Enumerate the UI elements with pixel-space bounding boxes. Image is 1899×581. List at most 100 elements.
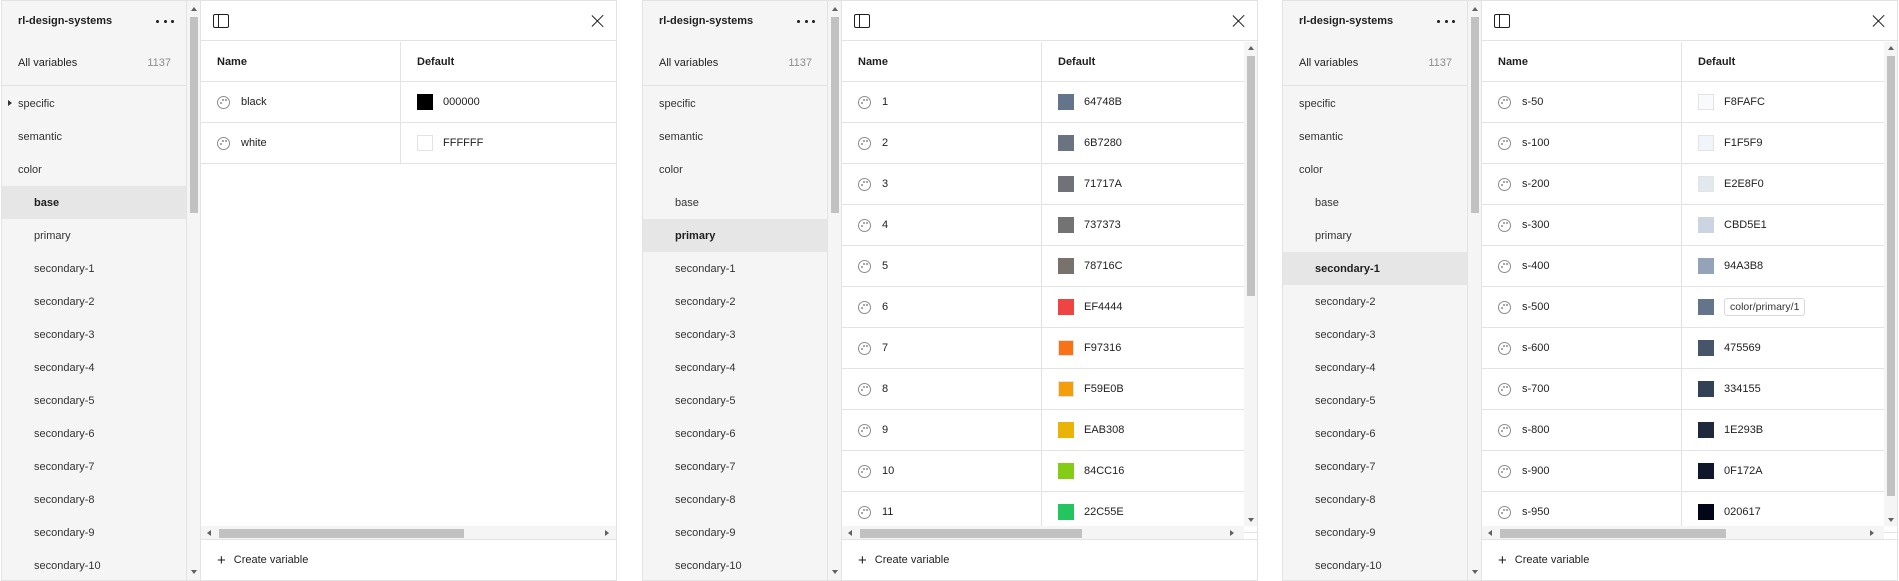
sidebar-toggle-icon[interactable] (1494, 14, 1510, 28)
variable-value-cell[interactable]: 000000 (401, 82, 616, 122)
color-swatch[interactable] (1698, 299, 1714, 315)
variable-name-cell[interactable]: 4 (842, 205, 1042, 245)
table-row[interactable]: s-50 F8FAFC (1482, 82, 1897, 123)
group-item-secondary-5[interactable]: secondary-5 (643, 384, 827, 417)
group-item-specific[interactable]: specific (2, 87, 186, 120)
group-item-specific[interactable]: specific (1283, 87, 1467, 120)
create-variable-button[interactable]: + Create variable (842, 539, 1257, 580)
group-item-base[interactable]: base (1283, 186, 1467, 219)
variable-value-cell[interactable]: EF4444 (1042, 287, 1257, 327)
table-row[interactable]: s-800 1E293B (1482, 410, 1897, 451)
variable-name-cell[interactable]: s-50 (1482, 82, 1682, 122)
table-row[interactable]: 8 F59E0B (842, 369, 1257, 410)
group-item-secondary-1[interactable]: secondary-1 (2, 252, 186, 285)
variable-value-cell[interactable]: 0F172A (1682, 451, 1897, 491)
variable-value-cell[interactable]: 94A3B8 (1682, 246, 1897, 286)
group-item-secondary-9[interactable]: secondary-9 (1283, 516, 1467, 549)
table-row[interactable]: 7 F97316 (842, 328, 1257, 369)
color-swatch[interactable] (1058, 176, 1074, 192)
scroll-up-arrow-icon[interactable] (1248, 46, 1254, 50)
variable-value-cell[interactable]: F97316 (1042, 328, 1257, 368)
table-scrollbar-thumb[interactable] (1887, 56, 1895, 496)
table-row[interactable]: 5 78716C (842, 246, 1257, 287)
group-item-secondary-3[interactable]: secondary-3 (643, 318, 827, 351)
variable-value-cell[interactable]: color/primary/1 (1682, 287, 1897, 327)
color-swatch[interactable] (1698, 176, 1714, 192)
scroll-down-arrow-icon[interactable] (1472, 570, 1478, 574)
table-row[interactable]: 2 6B7280 (842, 123, 1257, 164)
variable-value-cell[interactable]: CBD5E1 (1682, 205, 1897, 245)
group-item-secondary-2[interactable]: secondary-2 (1283, 285, 1467, 318)
scroll-down-arrow-icon[interactable] (191, 570, 197, 574)
variable-value-cell[interactable]: 475569 (1682, 328, 1897, 368)
all-variables-item[interactable]: All variables 1137 (2, 47, 186, 79)
color-swatch[interactable] (417, 94, 433, 110)
column-header-name[interactable]: Name (1482, 42, 1682, 81)
scroll-down-arrow-icon[interactable] (1248, 518, 1254, 522)
group-item-secondary-10[interactable]: secondary-10 (1283, 549, 1467, 580)
horizontal-scrollbar-thumb[interactable] (1500, 529, 1726, 538)
scroll-up-arrow-icon[interactable] (832, 7, 838, 11)
scroll-up-arrow-icon[interactable] (1888, 46, 1894, 50)
variable-value-cell[interactable]: 64748B (1042, 82, 1257, 122)
variable-value-cell[interactable]: 71717A (1042, 164, 1257, 204)
variable-name-cell[interactable]: 6 (842, 287, 1042, 327)
variable-name-cell[interactable]: s-700 (1482, 369, 1682, 409)
group-item-secondary-6[interactable]: secondary-6 (1283, 417, 1467, 450)
variable-name-cell[interactable]: s-500 (1482, 287, 1682, 327)
collection-title[interactable]: rl-design-systems (1299, 15, 1393, 27)
close-icon[interactable] (591, 14, 605, 28)
variable-value-cell[interactable]: 6B7280 (1042, 123, 1257, 163)
color-swatch[interactable] (417, 135, 433, 151)
table-row[interactable]: 9 EAB308 (842, 410, 1257, 451)
variable-value-cell[interactable]: 334155 (1682, 369, 1897, 409)
scroll-right-arrow-icon[interactable] (1230, 530, 1234, 536)
table-row[interactable]: black 000000 (201, 82, 616, 123)
group-item-primary[interactable]: primary (2, 219, 186, 252)
scroll-left-arrow-icon[interactable] (1488, 530, 1492, 536)
group-item-secondary-7[interactable]: secondary-7 (643, 450, 827, 483)
color-swatch[interactable] (1058, 422, 1074, 438)
create-variable-button[interactable]: + Create variable (1482, 539, 1897, 580)
group-item-semantic[interactable]: semantic (1283, 120, 1467, 153)
group-item-secondary-2[interactable]: secondary-2 (2, 285, 186, 318)
caret-right-icon[interactable] (8, 100, 12, 106)
table-horizontal-scrollbar[interactable] (842, 526, 1244, 540)
color-swatch[interactable] (1058, 463, 1074, 479)
group-item-secondary-10[interactable]: secondary-10 (2, 549, 186, 580)
table-row[interactable]: s-500 color/primary/1 (1482, 287, 1897, 328)
color-swatch[interactable] (1058, 504, 1074, 520)
group-item-secondary-5[interactable]: secondary-5 (2, 384, 186, 417)
group-item-secondary-4[interactable]: secondary-4 (643, 351, 827, 384)
color-swatch[interactable] (1698, 217, 1714, 233)
scroll-up-arrow-icon[interactable] (191, 7, 197, 11)
color-swatch[interactable] (1698, 463, 1714, 479)
column-header-default[interactable]: Default (1682, 42, 1897, 81)
group-item-color[interactable]: color (643, 153, 827, 186)
group-item-secondary-9[interactable]: secondary-9 (643, 516, 827, 549)
alias-value-pill[interactable]: color/primary/1 (1724, 298, 1806, 316)
table-row[interactable]: s-400 94A3B8 (1482, 246, 1897, 287)
sidebar-scrollbar-thumb[interactable] (831, 17, 839, 213)
more-options-icon[interactable] (156, 14, 174, 28)
table-horizontal-scrollbar[interactable] (201, 526, 616, 540)
color-swatch[interactable] (1058, 135, 1074, 151)
column-header-name[interactable]: Name (842, 42, 1042, 81)
variable-name-cell[interactable]: 1 (842, 82, 1042, 122)
group-item-secondary-8[interactable]: secondary-8 (2, 483, 186, 516)
group-item-secondary-10[interactable]: secondary-10 (643, 549, 827, 580)
table-row[interactable]: s-600 475569 (1482, 328, 1897, 369)
all-variables-item[interactable]: All variables 1137 (1283, 47, 1467, 79)
color-swatch[interactable] (1058, 381, 1074, 397)
variable-name-cell[interactable]: s-800 (1482, 410, 1682, 450)
variable-value-cell[interactable]: 1E293B (1682, 410, 1897, 450)
create-variable-button[interactable]: + Create variable (201, 539, 616, 580)
table-row[interactable]: s-900 0F172A (1482, 451, 1897, 492)
variable-name-cell[interactable]: 5 (842, 246, 1042, 286)
group-item-secondary-3[interactable]: secondary-3 (2, 318, 186, 351)
group-item-secondary-3[interactable]: secondary-3 (1283, 318, 1467, 351)
column-header-name[interactable]: Name (201, 42, 401, 81)
variable-name-cell[interactable]: s-900 (1482, 451, 1682, 491)
group-item-secondary-1[interactable]: secondary-1 (1283, 252, 1467, 285)
scroll-left-arrow-icon[interactable] (207, 530, 211, 536)
